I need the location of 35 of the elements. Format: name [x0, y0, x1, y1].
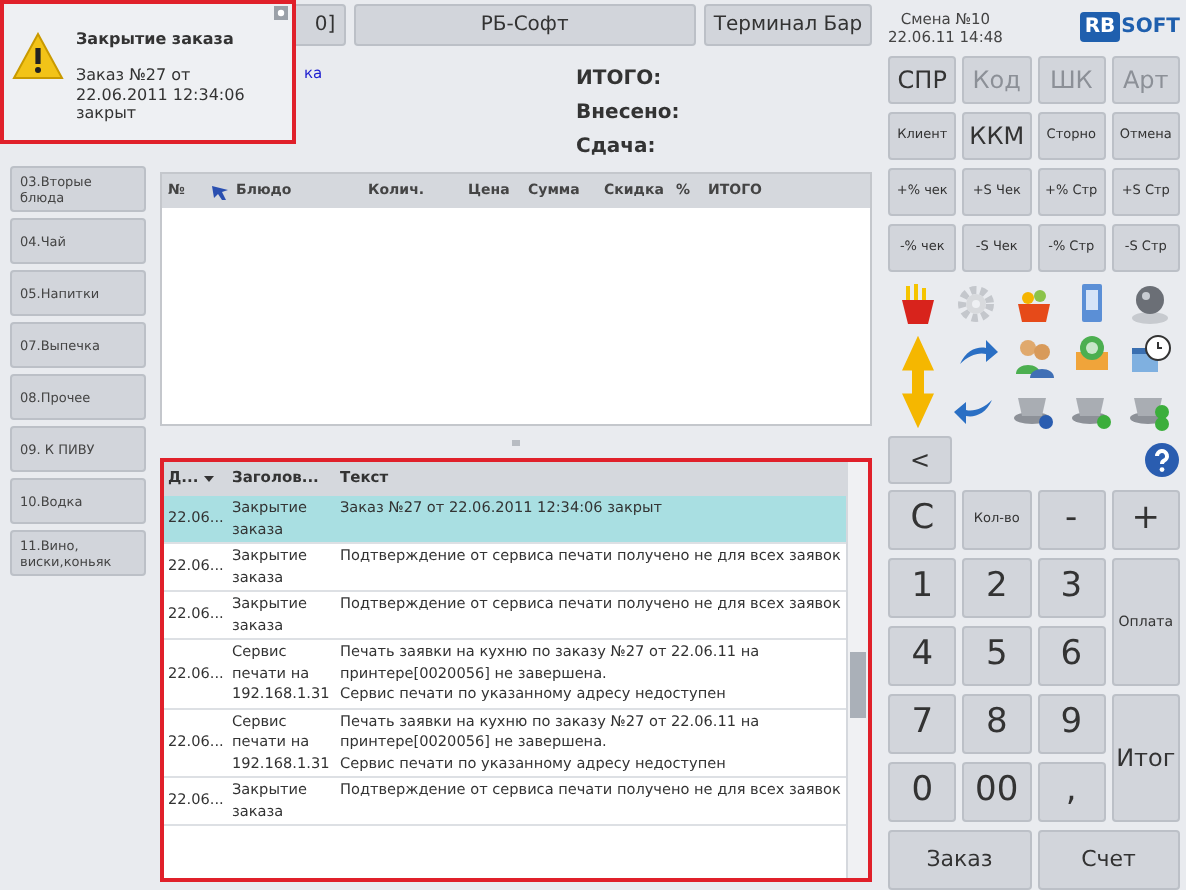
notification-title: Закрытие заказа: [76, 28, 236, 52]
total-label: Сдача:: [576, 134, 658, 162]
scrollbar[interactable]: [846, 462, 868, 878]
keypad-button[interactable]: -: [1037, 490, 1106, 550]
keypad-button[interactable]: 5: [962, 626, 1031, 686]
keypad-button[interactable]: 8: [962, 694, 1031, 754]
keypad-button[interactable]: 00: [962, 762, 1031, 822]
keypad-button[interactable]: Счет: [1037, 830, 1180, 890]
top-button[interactable]: Терминал Бар: [704, 4, 872, 46]
keypad-button[interactable]: +: [1111, 490, 1180, 550]
logo: RB SOFT: [1080, 12, 1180, 42]
globe-icon[interactable]: [1128, 280, 1173, 328]
keypad-button[interactable]: 3: [1037, 558, 1106, 618]
keypad-button[interactable]: ,: [1037, 762, 1106, 822]
top-button[interactable]: РБ-Софт: [353, 4, 696, 46]
keypad-button[interactable]: 9: [1037, 694, 1106, 754]
keypad-button[interactable]: 6: [1037, 626, 1106, 686]
keypad-button[interactable]: 4: [888, 626, 957, 686]
keypad-button[interactable]: 1: [888, 558, 957, 618]
splitter-handle-icon[interactable]: [512, 439, 520, 445]
keypad-button[interactable]: C: [888, 490, 957, 550]
keypad-button[interactable]: 0: [888, 762, 957, 822]
total-label: Внесено:: [576, 100, 680, 128]
back-button[interactable]: <: [888, 436, 952, 484]
function-button[interactable]: ККМ: [962, 112, 1031, 160]
keypad-button[interactable]: 2: [962, 558, 1031, 618]
warning-icon: [12, 32, 64, 80]
total-label: ИТОГО:: [576, 66, 664, 94]
sort-icon[interactable]: [204, 476, 215, 482]
notification-message: Заказ №27 от 22.06.2011 12:34:06 закрыт: [76, 66, 247, 123]
function-button[interactable]: СПР: [888, 56, 957, 104]
keypad-button[interactable]: Заказ: [888, 830, 1031, 890]
help-icon[interactable]: [1144, 442, 1180, 478]
keypad-button[interactable]: Итог: [1111, 694, 1180, 822]
keypad-button[interactable]: 7: [888, 694, 957, 754]
